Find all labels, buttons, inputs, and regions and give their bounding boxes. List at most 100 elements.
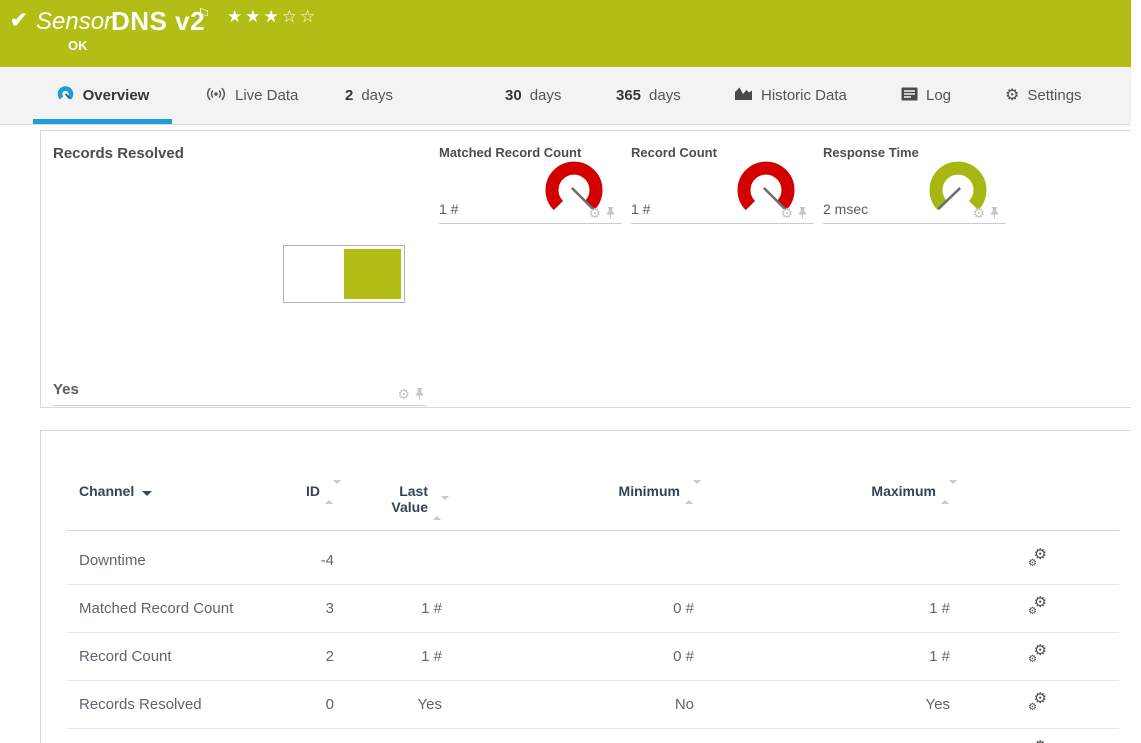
tab-365-days[interactable]: 365 days <box>616 67 681 124</box>
tab-log[interactable]: Log <box>901 67 951 124</box>
gauge-title: Matched Record Count <box>439 145 621 160</box>
channel-name: Matched Record Count <box>67 585 301 633</box>
records-resolved-swatch-chart <box>283 245 405 303</box>
column-label: Channel <box>79 483 134 499</box>
column-header-maximum[interactable]: Maximum <box>701 477 957 531</box>
column-label: Last Value <box>384 483 428 515</box>
gear-icon[interactable]: ⚙ <box>780 206 793 220</box>
tab-number: 30 <box>505 87 522 104</box>
channel-name: Downtime <box>67 531 301 585</box>
pin-icon[interactable] <box>798 207 807 220</box>
tab-label: Settings <box>1027 87 1081 104</box>
sort-icon <box>685 484 701 500</box>
sensor-header: ✔ Sensor DNS v2 ⚐ ★★★☆☆ OK <box>0 0 1131 67</box>
gauge-record-count: Record Count 1 # ⚙ <box>631 145 813 224</box>
table-row: Record Count 2 1 # 0 # 1 # ⚙⚙ <box>67 633 1119 681</box>
gear-icon[interactable]: ⚙ <box>588 206 601 220</box>
tab-live-data[interactable]: Live Data <box>205 67 298 124</box>
records-resolved-title: Records Resolved <box>53 145 184 162</box>
gear-icon: ⚙ <box>1005 88 1019 104</box>
channel-name: Records Resolved <box>67 681 301 729</box>
channel-settings-gears-icon[interactable]: ⚙⚙ <box>1028 646 1047 663</box>
channels-table: Channel ID Last Value Minimum Maximum <box>67 477 1119 743</box>
table-row: Downtime -4 ⚙⚙ <box>67 531 1119 585</box>
gear-icon[interactable]: ⚙ <box>972 206 985 220</box>
channel-id: 3 <box>301 585 341 633</box>
column-header-minimum[interactable]: Minimum <box>449 477 701 531</box>
records-resolved-actions: ⚙ <box>397 387 424 401</box>
channel-last-value <box>341 531 449 585</box>
records-resolved-swatch-fill <box>344 249 401 299</box>
tab-number: 2 <box>345 87 353 104</box>
gauge-value: 2 msec <box>823 201 868 217</box>
channel-settings-gears-icon[interactable]: ⚙⚙ <box>1028 598 1047 615</box>
channel-minimum: No <box>449 681 701 729</box>
records-resolved-footer: Yes ⚙ <box>53 375 426 406</box>
priority-flag-icon[interactable]: ⚐ <box>197 5 210 23</box>
tab-settings[interactable]: ⚙ Settings <box>1005 67 1082 124</box>
channel-settings-gears-icon[interactable]: ⚙⚙ <box>1028 694 1047 711</box>
channel-id: 0 <box>301 681 341 729</box>
pin-icon[interactable] <box>990 207 999 220</box>
tab-30-days[interactable]: 30 days <box>505 67 561 124</box>
channel-maximum <box>701 531 957 585</box>
tab-label: days <box>361 87 393 104</box>
gauge-actions: ⚙ <box>972 206 999 220</box>
gauge-value: 1 # <box>439 201 458 217</box>
channel-name: Response Time <box>67 729 301 743</box>
column-header-actions <box>957 477 1119 531</box>
sort-icon <box>941 484 957 500</box>
tab-2-days[interactable]: 2 days <box>345 67 393 124</box>
tab-overview[interactable]: Overview <box>33 67 172 124</box>
channel-last-value: Yes <box>341 681 449 729</box>
channel-settings-gears-icon[interactable]: ⚙⚙ <box>1028 550 1047 567</box>
table-row: Records Resolved 0 Yes No Yes ⚙⚙ <box>67 681 1119 729</box>
table-header-row: Channel ID Last Value Minimum Maximum <box>67 477 1119 531</box>
channel-maximum: 1 # <box>701 633 957 681</box>
table-row: Response Time 1 2 msec 0 msec 237 msec ⚙… <box>67 729 1119 743</box>
channel-name: Record Count <box>67 633 301 681</box>
channel-last-value: 1 # <box>341 585 449 633</box>
channel-maximum: 1 # <box>701 585 957 633</box>
table-row: Matched Record Count 3 1 # 0 # 1 # ⚙⚙ <box>67 585 1119 633</box>
tab-label: days <box>530 87 562 104</box>
column-label: Minimum <box>619 483 680 499</box>
column-header-id[interactable]: ID <box>301 477 341 531</box>
log-list-icon <box>901 87 918 105</box>
prtg-sensor-page: ✔ Sensor DNS v2 ⚐ ★★★☆☆ OK Overview <box>0 0 1141 743</box>
gauge-value: 1 # <box>631 201 650 217</box>
channels-panel: Channel ID Last Value Minimum Maximum <box>40 430 1132 743</box>
status-ok-check-icon: ✔ <box>10 8 28 33</box>
pin-icon[interactable] <box>415 388 424 401</box>
area-chart-icon <box>734 86 753 105</box>
gauge-actions: ⚙ <box>780 206 807 220</box>
column-header-last-value[interactable]: Last Value <box>341 477 449 531</box>
gauge-actions: ⚙ <box>588 206 615 220</box>
gear-icon[interactable]: ⚙ <box>397 387 410 401</box>
tab-number: 365 <box>616 87 641 104</box>
channel-last-value: 1 # <box>341 633 449 681</box>
sort-desc-icon <box>142 491 152 496</box>
gauge-response-time: Response Time 2 msec ⚙ <box>823 145 1005 224</box>
gauge-title: Record Count <box>631 145 813 160</box>
sensor-kind-label: Sensor <box>36 8 112 36</box>
column-header-channel[interactable]: Channel <box>67 477 301 531</box>
sort-icon <box>433 500 449 516</box>
priority-stars[interactable]: ★★★☆☆ <box>227 7 318 27</box>
sensor-name: DNS v2 <box>111 6 205 37</box>
column-label: Maximum <box>871 483 936 499</box>
channel-minimum: 0 # <box>449 585 701 633</box>
column-label: ID <box>306 483 320 499</box>
tab-label: Overview <box>83 87 150 104</box>
tab-label: Log <box>926 87 951 104</box>
channel-last-value: 2 msec <box>341 729 449 743</box>
channel-minimum: 0 # <box>449 633 701 681</box>
records-resolved-value: Yes <box>53 381 79 398</box>
pin-icon[interactable] <box>606 207 615 220</box>
tab-historic-data[interactable]: Historic Data <box>734 67 847 124</box>
channel-maximum: Yes <box>701 681 957 729</box>
gauge-icon <box>56 86 75 106</box>
live-broadcast-icon <box>205 86 227 106</box>
gauge-matched-record-count: Matched Record Count 1 # ⚙ <box>439 145 621 224</box>
scrollbar-gutter[interactable] <box>1131 0 1141 743</box>
